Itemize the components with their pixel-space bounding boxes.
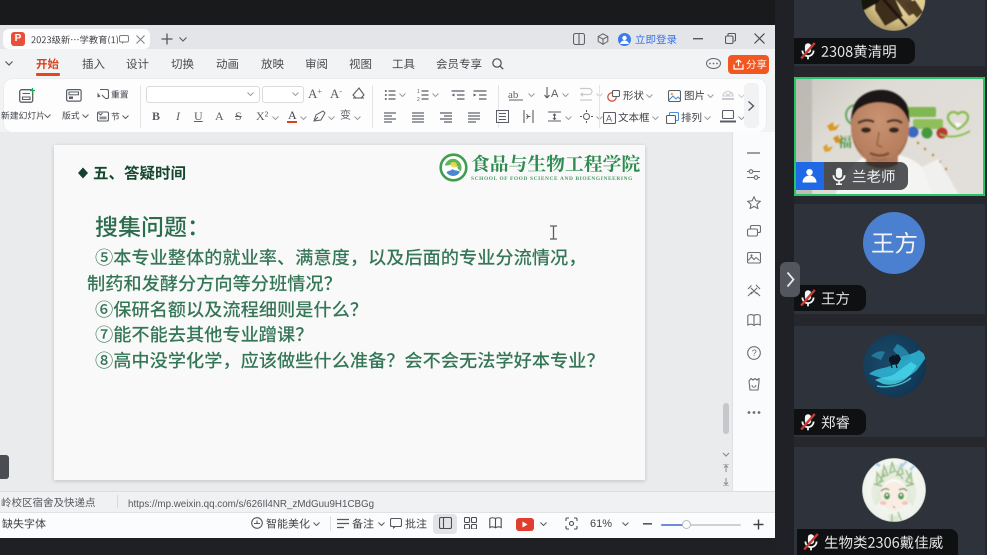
svg-text:A: A — [606, 114, 612, 124]
svg-text:1: 1 — [417, 89, 420, 95]
svg-text:2: 2 — [417, 97, 420, 101]
svg-text:?: ? — [752, 348, 757, 358]
svg-text:ab: ab — [508, 89, 519, 101]
svg-text:A: A — [551, 88, 559, 100]
